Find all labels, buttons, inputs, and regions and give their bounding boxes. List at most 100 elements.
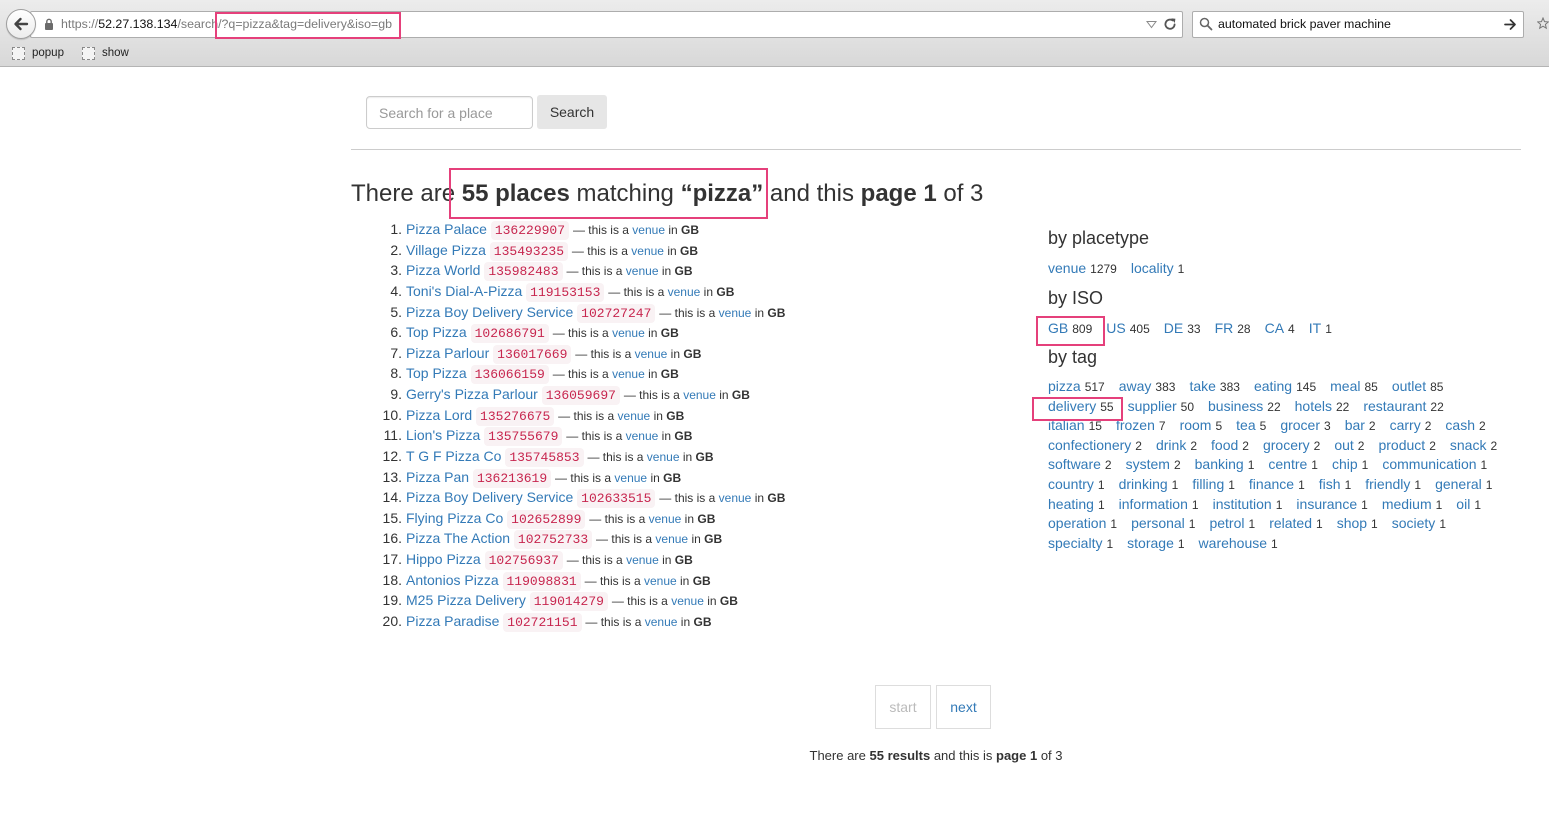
tag-link-country[interactable]: country — [1048, 476, 1094, 492]
iso-link-it[interactable]: IT — [1309, 320, 1321, 336]
tag-link-frozen[interactable]: frozen — [1116, 417, 1155, 433]
result-placetype-link[interactable]: venue — [668, 285, 701, 299]
result-placetype-link[interactable]: venue — [671, 594, 704, 608]
tag-link-insurance[interactable]: insurance — [1296, 496, 1357, 512]
tag-link-snack[interactable]: snack — [1450, 437, 1487, 453]
tag-link-away[interactable]: away — [1119, 378, 1152, 394]
tag-link-warehouse[interactable]: warehouse — [1199, 535, 1268, 551]
tag-link-take[interactable]: take — [1189, 378, 1215, 394]
tag-link-grocery[interactable]: grocery — [1263, 437, 1310, 453]
tag-link-centre[interactable]: centre — [1268, 456, 1307, 472]
tag-link-tea[interactable]: tea — [1236, 417, 1255, 433]
placetype-link-locality[interactable]: locality — [1131, 260, 1174, 276]
tag-link-petrol[interactable]: petrol — [1209, 515, 1244, 531]
result-placetype-link[interactable]: venue — [719, 306, 752, 320]
tag-link-system[interactable]: system — [1126, 456, 1170, 472]
result-placetype-link[interactable]: venue — [618, 409, 651, 423]
tag-link-related[interactable]: related — [1269, 515, 1312, 531]
tag-link-storage[interactable]: storage — [1127, 535, 1174, 551]
tag-link-supplier[interactable]: supplier — [1128, 398, 1177, 414]
result-placetype-link[interactable]: venue — [626, 429, 659, 443]
iso-link-de[interactable]: DE — [1164, 320, 1183, 336]
placetype-link-venue[interactable]: venue — [1048, 260, 1086, 276]
tag-link-heating[interactable]: heating — [1048, 496, 1094, 512]
result-placetype-link[interactable]: venue — [683, 388, 716, 402]
result-placetype-link[interactable]: venue — [719, 491, 752, 505]
result-name-link[interactable]: Pizza The Action — [406, 530, 510, 546]
tag-link-out[interactable]: out — [1334, 437, 1353, 453]
result-placetype-link[interactable]: venue — [649, 512, 682, 526]
tag-link-software[interactable]: software — [1048, 456, 1101, 472]
result-placetype-link[interactable]: venue — [612, 326, 645, 340]
url-text[interactable]: https://52.27.138.134/search/?q=pizza&ta… — [61, 12, 392, 37]
tag-link-oil[interactable]: oil — [1456, 496, 1470, 512]
result-name-link[interactable]: Top Pizza — [406, 324, 467, 340]
tag-link-general[interactable]: general — [1435, 476, 1482, 492]
result-name-link[interactable]: Pizza Boy Delivery Service — [406, 304, 573, 320]
result-name-link[interactable]: Pizza World — [406, 262, 480, 278]
reload-icon[interactable] — [1163, 17, 1177, 31]
result-name-link[interactable]: Pizza Paradise — [406, 613, 499, 629]
result-placetype-link[interactable]: venue — [614, 471, 647, 485]
bookmark-show[interactable]: show — [82, 46, 129, 60]
result-placetype-link[interactable]: venue — [612, 367, 645, 381]
tag-link-restaurant[interactable]: restaurant — [1363, 398, 1426, 414]
result-placetype-link[interactable]: venue — [645, 615, 678, 629]
tag-link-finance[interactable]: finance — [1249, 476, 1294, 492]
result-name-link[interactable]: Pizza Lord — [406, 407, 472, 423]
iso-link-ca[interactable]: CA — [1265, 320, 1284, 336]
tag-link-delivery[interactable]: delivery — [1048, 398, 1096, 414]
tag-link-food[interactable]: food — [1211, 437, 1238, 453]
tag-link-carry[interactable]: carry — [1390, 417, 1421, 433]
result-name-link[interactable]: Pizza Pan — [406, 469, 469, 485]
tag-link-drinking[interactable]: drinking — [1119, 476, 1168, 492]
tag-link-institution[interactable]: institution — [1213, 496, 1272, 512]
result-placetype-link[interactable]: venue — [632, 223, 665, 237]
result-name-link[interactable]: Pizza Parlour — [406, 345, 489, 361]
result-name-link[interactable]: Pizza Palace — [406, 221, 487, 237]
tag-link-information[interactable]: information — [1119, 496, 1188, 512]
tag-link-drink[interactable]: drink — [1156, 437, 1186, 453]
iso-link-gb[interactable]: GB — [1048, 320, 1068, 336]
tag-link-hotels[interactable]: hotels — [1295, 398, 1332, 414]
tag-link-communication[interactable]: communication — [1382, 456, 1476, 472]
result-placetype-link[interactable]: venue — [644, 574, 677, 588]
tag-link-grocer[interactable]: grocer — [1280, 417, 1320, 433]
result-name-link[interactable]: Pizza Boy Delivery Service — [406, 489, 573, 505]
tag-link-personal[interactable]: personal — [1131, 515, 1185, 531]
search-button[interactable]: Search — [537, 95, 607, 129]
tag-link-chip[interactable]: chip — [1332, 456, 1358, 472]
result-placetype-link[interactable]: venue — [626, 264, 659, 278]
place-search-input[interactable] — [366, 96, 533, 129]
result-name-link[interactable]: M25 Pizza Delivery — [406, 592, 526, 608]
result-placetype-link[interactable]: venue — [635, 347, 668, 361]
bookmark-popup[interactable]: popup — [12, 46, 64, 60]
tag-link-fish[interactable]: fish — [1319, 476, 1341, 492]
tag-link-meal[interactable]: meal — [1330, 378, 1360, 394]
tag-link-friendly[interactable]: friendly — [1365, 476, 1410, 492]
arrow-right-icon[interactable] — [1504, 18, 1517, 31]
result-name-link[interactable]: Lion's Pizza — [406, 427, 480, 443]
result-name-link[interactable]: Top Pizza — [406, 365, 467, 381]
pagination-next-button[interactable]: next — [936, 685, 991, 729]
result-placetype-link[interactable]: venue — [631, 244, 664, 258]
result-name-link[interactable]: Village Pizza — [406, 242, 486, 258]
tag-link-cash[interactable]: cash — [1445, 417, 1475, 433]
result-name-link[interactable]: Flying Pizza Co — [406, 510, 503, 526]
result-placetype-link[interactable]: venue — [647, 450, 680, 464]
tag-link-operation[interactable]: operation — [1048, 515, 1106, 531]
result-name-link[interactable]: Gerry's Pizza Parlour — [406, 386, 538, 402]
tag-link-bar[interactable]: bar — [1345, 417, 1365, 433]
iso-link-fr[interactable]: FR — [1215, 320, 1234, 336]
browser-search-bar[interactable]: automated brick paver machine — [1192, 11, 1524, 38]
tag-link-room[interactable]: room — [1180, 417, 1212, 433]
tag-link-pizza[interactable]: pizza — [1048, 378, 1081, 394]
tag-link-outlet[interactable]: outlet — [1392, 378, 1426, 394]
result-name-link[interactable]: Hippo Pizza — [406, 551, 481, 567]
tag-link-product[interactable]: product — [1378, 437, 1425, 453]
url-bar[interactable]: https://52.27.138.134/search/?q=pizza&ta… — [30, 11, 1183, 38]
star-icon[interactable] — [1537, 17, 1549, 30]
tag-link-specialty[interactable]: specialty — [1048, 535, 1102, 551]
result-name-link[interactable]: Antonios Pizza — [406, 572, 499, 588]
tag-link-business[interactable]: business — [1208, 398, 1263, 414]
